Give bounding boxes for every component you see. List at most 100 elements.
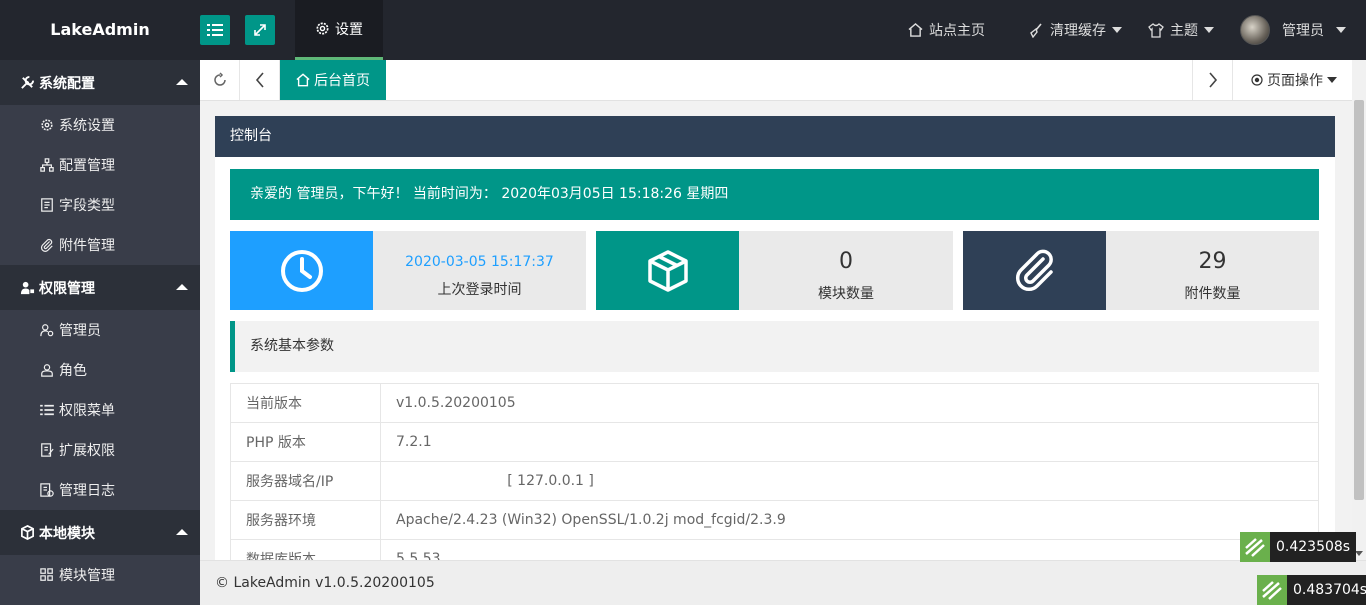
list-icon [207, 24, 223, 36]
param-value: [ 127.0.0.1 ] [380, 461, 1319, 501]
page-operations-label: 页面操作 [1267, 73, 1323, 89]
table-row: 数据库版本 5.5.53 [230, 539, 1319, 560]
thinkphp-logo-icon [1257, 575, 1287, 605]
stat-label: 上次登录时间 [437, 282, 522, 298]
site-home-link[interactable]: 站点主页 [908, 0, 985, 60]
param-value: Apache/2.4.23 (Win32) OpenSSL/1.0.2j mod… [380, 500, 1319, 540]
sidebar-group-permissions[interactable]: 权限管理 [0, 265, 200, 310]
stat-card-attachments: 29 附件数量 [963, 231, 1319, 310]
list-alt-icon [41, 198, 53, 212]
scroll-down-arrow-icon[interactable] [1355, 551, 1363, 556]
panel-title: 控制台 [215, 116, 1335, 157]
table-row: 服务器域名/IP [ 127.0.0.1 ] [230, 461, 1319, 501]
page-operations-menu[interactable]: 页面操作 [1232, 60, 1355, 100]
chevron-down-icon [1327, 77, 1337, 83]
greeting-banner: 亲爱的 管理员，下午好！ 当前时间为： 2020年03月05日 15:18:26… [230, 169, 1319, 220]
param-key: 当前版本 [230, 383, 381, 423]
sidebar-item-permission-menu[interactable]: 权限菜单 [0, 390, 200, 430]
trace-timer-badge[interactable]: 0.423508s [1240, 532, 1357, 562]
avatar [1240, 15, 1270, 45]
sidebar-item-label: 模块管理 [59, 568, 115, 584]
box-icon [647, 249, 688, 292]
gear-icon [316, 22, 329, 35]
chevron-down-icon [1112, 27, 1122, 33]
footer: © LakeAdmin v1.0.5.20200105 [200, 560, 1366, 605]
theme-menu[interactable]: 主题 [1148, 0, 1214, 60]
sidebar-item-system-settings[interactable]: 系统设置 [0, 105, 200, 145]
tab-home-label: 后台首页 [314, 73, 370, 89]
stat-card-modules: 0 模块数量 [596, 231, 953, 310]
tab-scroll-left-button[interactable] [240, 60, 280, 100]
stat-card-last-login: 2020-03-05 15:17:37 上次登录时间 [230, 231, 586, 310]
toggle-sidebar-button[interactable] [200, 15, 230, 45]
sidebar-item-label: 附件管理 [59, 238, 115, 254]
site-home-label: 站点主页 [929, 23, 985, 39]
sidebar-item-attachments[interactable]: 附件管理 [0, 225, 200, 265]
trace-time: 0.423508s [1270, 532, 1357, 562]
param-key: PHP 版本 [230, 422, 381, 462]
clear-cache-menu[interactable]: 清理缓存 [1028, 0, 1122, 60]
user-name: 管理员 [1282, 23, 1324, 39]
refresh-icon [213, 72, 226, 86]
sidebar-item-config-manage[interactable]: 配置管理 [0, 145, 200, 185]
thinkphp-logo-icon [1240, 532, 1270, 562]
top-header: LakeAdmin 设置 站点主页 清理缓存 主题 管理员 [0, 0, 1366, 60]
users-icon [41, 364, 53, 377]
content-scrollbar[interactable] [1352, 60, 1366, 560]
chevron-down-icon [1336, 27, 1346, 33]
sidebar-item-field-types[interactable]: 字段类型 [0, 185, 200, 225]
refresh-button[interactable] [200, 60, 240, 100]
tab-home[interactable]: 后台首页 [280, 60, 386, 100]
chevron-down-icon [1204, 27, 1214, 33]
user-menu[interactable]: 管理员 [1240, 0, 1346, 60]
tab-scroll-right-button[interactable] [1192, 60, 1232, 100]
sidebar-item-label: 扩展权限 [59, 443, 115, 459]
sidebar-item-admins[interactable]: 管理员 [0, 310, 200, 350]
chevron-up-icon [176, 529, 188, 535]
app-logo[interactable]: LakeAdmin [0, 0, 200, 60]
cube-icon [21, 525, 34, 540]
theme-label: 主题 [1170, 23, 1198, 39]
sidebar-group-system-config[interactable]: 系统配置 [0, 60, 200, 105]
sidebar-item-label: 管理日志 [59, 483, 115, 499]
sidebar: 系统配置 系统设置 配置管理 字段类型 附件管理 权限管理 管理员 角色 权限菜… [0, 60, 200, 605]
param-value: 7.2.1 [380, 422, 1319, 462]
dashboard-panel: 控制台 亲爱的 管理员，下午好！ 当前时间为： 2020年03月05日 15:1… [215, 116, 1335, 560]
edit-doc-icon [41, 443, 54, 457]
paperclip-icon [1015, 249, 1053, 291]
user-lock-icon [20, 281, 35, 295]
stat-icon-box [596, 231, 739, 310]
list-icon [40, 404, 54, 416]
param-value: 5.5.53 [380, 539, 1319, 560]
sidebar-item-label: 角色 [59, 363, 87, 379]
fullscreen-button[interactable] [245, 15, 275, 45]
dot-circle-icon [1251, 74, 1263, 86]
wrench-icon [21, 75, 35, 89]
section-title: 系统基本参数 [230, 321, 1319, 372]
system-params-table: 当前版本 v1.0.5.20200105 PHP 版本 7.2.1 服务器域名/IP… [230, 383, 1319, 560]
table-row: 服务器环境 Apache/2.4.23 (Win32) OpenSSL/1.0.2… [230, 500, 1319, 540]
clock-icon [280, 249, 323, 292]
sidebar-group-label: 权限管理 [39, 280, 95, 297]
chevron-up-icon [176, 284, 188, 290]
chevron-left-icon [255, 72, 264, 88]
table-row: PHP 版本 7.2.1 [230, 422, 1319, 462]
clear-cache-label: 清理缓存 [1050, 23, 1106, 39]
scrollbar-thumb[interactable] [1354, 100, 1364, 500]
sidebar-item-extended-permissions[interactable]: 扩展权限 [0, 430, 200, 470]
gear-icon [41, 119, 53, 131]
chevron-right-icon [1208, 72, 1217, 88]
sidebar-item-roles[interactable]: 角色 [0, 350, 200, 390]
stat-icon-box [230, 231, 373, 310]
sidebar-group-local-modules[interactable]: 本地模块 [0, 510, 200, 555]
home-icon [908, 23, 923, 37]
modules-icon [40, 568, 53, 581]
log-icon [40, 483, 54, 497]
sidebar-item-label: 权限菜单 [59, 403, 115, 419]
sidebar-group-label: 本地模块 [39, 525, 95, 542]
sidebar-item-module-manage[interactable]: 模块管理 [0, 555, 200, 595]
trace-timer-badge[interactable]: 0.483704s [1257, 575, 1366, 605]
sidebar-item-admin-logs[interactable]: 管理日志 [0, 470, 200, 510]
top-nav-settings[interactable]: 设置 [295, 0, 383, 60]
stat-value: 0 [839, 249, 853, 274]
